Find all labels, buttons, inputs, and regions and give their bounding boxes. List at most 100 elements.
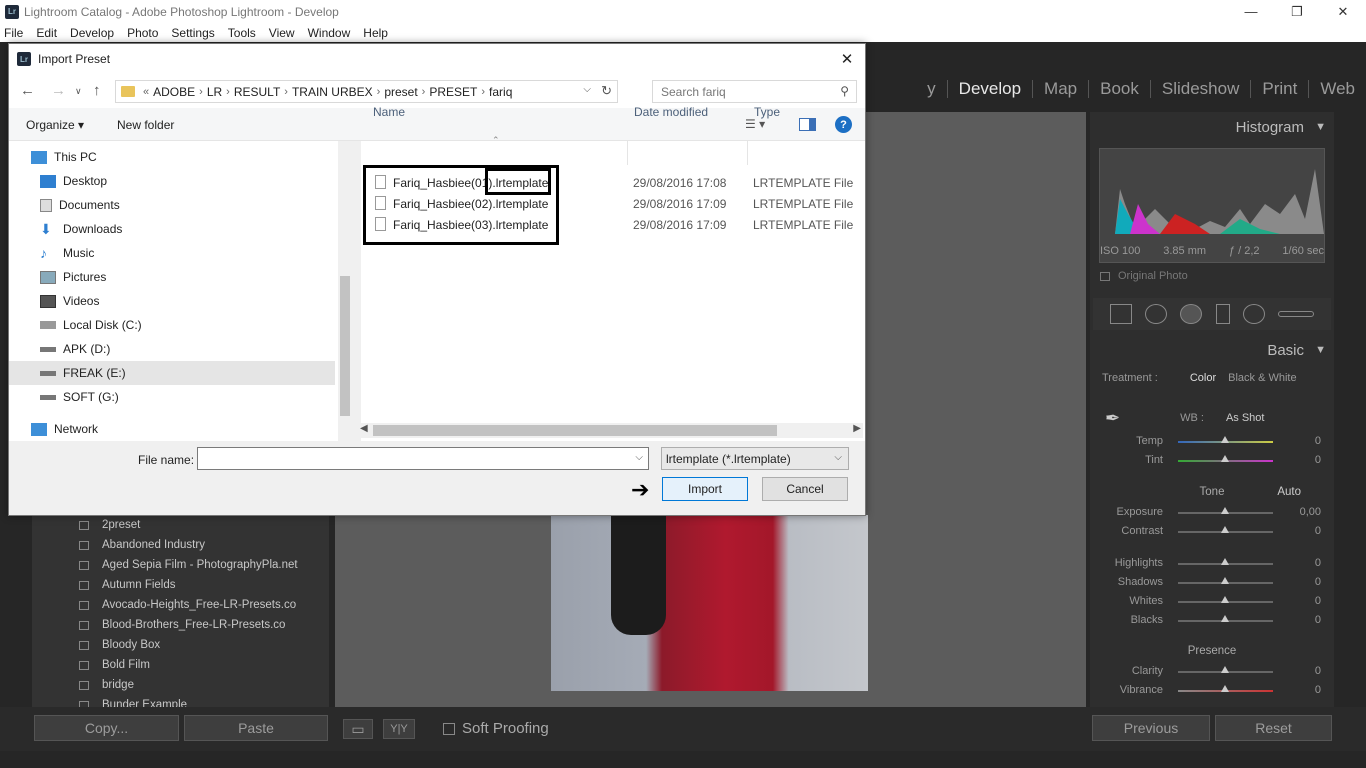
preset-item[interactable]: Aged Sepia Film - PhotographyPla.net — [32, 555, 329, 575]
slider-knob[interactable] — [1221, 436, 1229, 443]
histogram-header[interactable]: Histogram ▼ — [1090, 113, 1334, 141]
before-after-icon[interactable]: Y|Y — [383, 719, 415, 739]
contrast-slider[interactable]: Contrast 0 — [1093, 523, 1331, 541]
column-header-name[interactable]: Name — [373, 105, 405, 119]
nav-network[interactable]: Network — [9, 417, 335, 441]
module-library-partial[interactable]: y — [916, 80, 947, 98]
scrollbar-thumb[interactable] — [340, 276, 350, 416]
preset-item[interactable]: Bold Film — [32, 655, 329, 675]
slider-knob[interactable] — [1221, 615, 1229, 622]
nav-videos[interactable]: Videos — [9, 289, 335, 313]
column-divider[interactable] — [747, 141, 748, 165]
breadcrumb-item[interactable]: preset — [384, 85, 417, 99]
slider-knob[interactable] — [1221, 526, 1229, 533]
breadcrumb-item[interactable]: fariq — [489, 85, 512, 99]
close-dialog-icon[interactable]: ✕ — [835, 47, 859, 71]
nav-music[interactable]: ♪ Music — [9, 241, 335, 265]
nav-apk-d[interactable]: APK (D:) — [9, 337, 335, 361]
address-bar[interactable]: « ADOBE › LR › RESULT › TRAIN URBEX › preset… — [115, 80, 618, 103]
up-arrow-icon[interactable]: ↑ — [93, 82, 101, 99]
scroll-left-icon[interactable]: ◀ — [360, 423, 368, 434]
restore-icon[interactable]: ❐ — [1274, 0, 1320, 23]
close-window-icon[interactable]: ✕ — [1320, 0, 1366, 23]
column-divider[interactable] — [627, 141, 628, 165]
basic-header[interactable]: Basic ▼ — [1090, 336, 1334, 364]
breadcrumb-item[interactable]: RESULT — [234, 85, 280, 99]
menu-settings[interactable]: Settings — [171, 26, 214, 40]
menu-edit[interactable]: Edit — [36, 26, 57, 40]
nav-soft-g[interactable]: SOFT (G:) — [9, 385, 335, 409]
preset-item[interactable]: Blood-Brothers_Free-LR-Presets.co — [32, 615, 329, 635]
breadcrumb-item[interactable]: PRESET — [429, 85, 477, 99]
menu-help[interactable]: Help — [363, 26, 388, 40]
preset-item[interactable]: Abandoned Industry — [32, 535, 329, 555]
menu-window[interactable]: Window — [308, 26, 351, 40]
slider-knob[interactable] — [1221, 596, 1229, 603]
search-input[interactable]: Search fariq ⚲ — [652, 80, 857, 103]
menu-file[interactable]: File — [4, 26, 23, 40]
spot-removal-icon[interactable] — [1144, 304, 1167, 324]
loupe-view-icon[interactable]: ▭ — [343, 719, 373, 739]
crop-icon[interactable] — [1109, 304, 1132, 324]
preset-item[interactable]: Avocado-Heights_Free-LR-Presets.co — [32, 595, 329, 615]
copy-button[interactable]: Copy... — [34, 715, 179, 741]
nav-freak-e[interactable]: FREAK (E:) — [9, 361, 335, 385]
previous-button[interactable]: Previous — [1092, 715, 1210, 741]
help-icon[interactable]: ? — [835, 116, 852, 133]
radial-filter-icon[interactable] — [1242, 304, 1265, 324]
scroll-right-icon[interactable]: ▶ — [853, 423, 861, 434]
treatment-bw[interactable]: Black & White — [1228, 372, 1296, 384]
slider-knob[interactable] — [1221, 685, 1229, 692]
exposure-slider[interactable]: Exposure 0,00 — [1093, 504, 1331, 522]
nav-desktop[interactable]: Desktop — [9, 169, 335, 193]
red-eye-icon[interactable] — [1180, 304, 1203, 324]
original-photo-toggle[interactable]: Original Photo — [1100, 270, 1188, 282]
slider-knob[interactable] — [1221, 666, 1229, 673]
back-arrow-icon[interactable]: ← — [20, 82, 35, 99]
chevron-down-icon[interactable]: ⌵ — [583, 84, 591, 95]
file-type-select[interactable]: lrtemplate (*.lrtemplate) ⌵ — [661, 447, 849, 470]
preview-pane-icon[interactable] — [799, 118, 816, 131]
slider-knob[interactable] — [1221, 558, 1229, 565]
adjustment-brush-icon[interactable] — [1278, 311, 1315, 317]
nav-pictures[interactable]: Pictures — [9, 265, 335, 289]
nav-local-disk-c[interactable]: Local Disk (C:) — [9, 313, 335, 337]
menu-photo[interactable]: Photo — [127, 26, 158, 40]
file-name-input[interactable]: ⌵ — [197, 447, 649, 470]
preset-item[interactable]: Autumn Fields — [32, 575, 329, 595]
new-folder-button[interactable]: New folder — [117, 118, 174, 132]
breadcrumb-item[interactable]: LR — [207, 85, 222, 99]
minimize-icon[interactable]: — — [1228, 0, 1274, 23]
chevron-down-icon[interactable]: ⌵ — [635, 452, 643, 463]
preset-item[interactable]: 2preset — [32, 515, 329, 535]
organize-menu[interactable]: Organize ▾ — [26, 118, 84, 132]
module-book[interactable]: Book — [1088, 80, 1150, 98]
nav-documents[interactable]: Documents — [9, 193, 335, 217]
nav-downloads[interactable]: ⬇ Downloads — [9, 217, 335, 241]
wb-select[interactable]: As Shot — [1226, 412, 1265, 424]
treatment-color[interactable]: Color — [1190, 372, 1216, 384]
highlights-slider[interactable]: Highlights 0 — [1093, 555, 1331, 573]
slider-knob[interactable] — [1221, 577, 1229, 584]
module-web[interactable]: Web — [1308, 80, 1366, 98]
preset-item[interactable]: Bloody Box — [32, 635, 329, 655]
vibrance-slider[interactable]: Vibrance 0 — [1093, 682, 1331, 700]
paste-button[interactable]: Paste — [184, 715, 328, 741]
breadcrumb-item[interactable]: ADOBE — [153, 85, 195, 99]
module-develop[interactable]: Develop — [946, 80, 1032, 98]
file-list-hscrollbar[interactable]: ◀ ▶ — [357, 423, 863, 438]
breadcrumb-item[interactable]: TRAIN URBEX — [292, 85, 373, 99]
tone-auto-button[interactable]: Auto — [1277, 486, 1301, 498]
whites-slider[interactable]: Whites 0 — [1093, 593, 1331, 611]
import-button[interactable]: Import — [662, 477, 748, 501]
refresh-icon[interactable]: ↻ — [601, 83, 612, 99]
shadows-slider[interactable]: Shadows 0 — [1093, 574, 1331, 592]
eyedropper-icon[interactable]: ✒ — [1105, 408, 1120, 429]
blacks-slider[interactable]: Blacks 0 — [1093, 612, 1331, 630]
clarity-slider[interactable]: Clarity 0 — [1093, 663, 1331, 681]
tint-slider[interactable]: Tint 0 — [1093, 452, 1331, 470]
scrollbar-thumb[interactable] — [373, 425, 777, 436]
nav-scrollbar[interactable] — [338, 141, 352, 441]
view-options-icon[interactable]: ☰ ▾ — [745, 117, 765, 131]
module-map[interactable]: Map — [1032, 80, 1088, 98]
